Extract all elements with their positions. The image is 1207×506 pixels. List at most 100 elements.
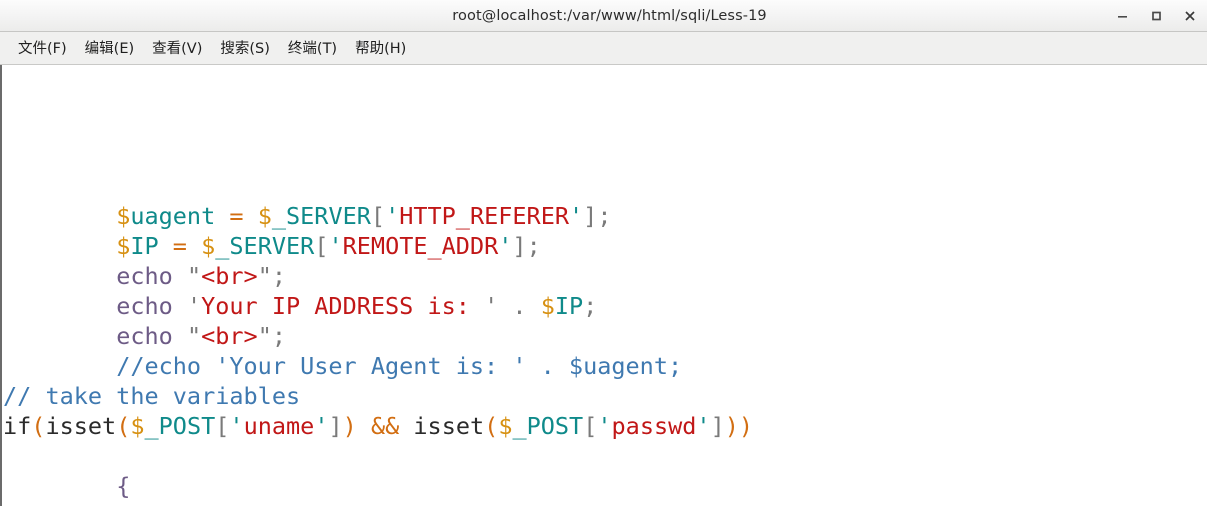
code-token: ; (583, 292, 598, 320)
close-icon[interactable] (1173, 0, 1207, 31)
code-line: //echo 'Your User Agent is: ' . $uagent; (2, 351, 1207, 381)
code-token: if (3, 412, 32, 440)
code-token: $ (116, 232, 131, 260)
code-token: echo (116, 322, 173, 350)
code-token: _SERVER (271, 202, 371, 230)
code-token: passwd (611, 412, 697, 440)
code-token: ' (186, 292, 202, 320)
terminal-output-area[interactable]: $uagent = $_SERVER['HTTP_REFERER']; $IP … (0, 65, 1207, 506)
code-token: [ (583, 412, 598, 440)
code-line: echo 'Your IP ADDRESS is: ' . $IP; (2, 291, 1207, 321)
code-token: ( (399, 502, 413, 506)
code-line: echo "<br>"; (2, 321, 1207, 351)
menu-search[interactable]: 搜索(S) (211, 34, 279, 62)
window-titlebar[interactable]: root@localhost:/var/www/html/sqli/Less-1… (0, 0, 1207, 32)
code-token: { (116, 472, 131, 500)
code-line: if(isset($_POST['uname']) && isset($_POS… (2, 411, 1207, 441)
code-token: " (186, 262, 202, 290)
code-token: ' (484, 292, 499, 320)
code-token: [ (314, 232, 329, 260)
minimize-icon[interactable] (1105, 0, 1139, 31)
maximize-icon[interactable] (1139, 0, 1173, 31)
code-token: = (172, 232, 187, 260)
code-token: $ (257, 202, 272, 230)
code-token: ; (271, 262, 286, 290)
code-token: _POST (144, 412, 216, 440)
code-token: IP (130, 232, 159, 260)
code-token: ] (512, 232, 527, 260)
code-line: $uname = check_input($_POST['uname']); (2, 501, 1207, 506)
code-token: $ (201, 232, 216, 260)
code-token: = (215, 502, 229, 506)
code-token: ' (512, 502, 526, 506)
code-token: _SERVER (215, 232, 315, 260)
code-token: [ (370, 202, 386, 230)
code-line: // take the variables (2, 381, 1207, 411)
code-token: <br> (201, 262, 258, 290)
code-token: ] (583, 202, 598, 230)
code-token: [ (215, 412, 230, 440)
menu-file[interactable]: 文件(F) (9, 34, 76, 62)
code-token: echo (116, 292, 173, 320)
code-line: echo "<br>"; (2, 261, 1207, 291)
code-token: ; (597, 202, 612, 230)
code-token: $ (116, 502, 130, 506)
code-token: _POST (428, 502, 499, 506)
code-token: Your IP ADDRESS is: (201, 292, 485, 320)
code-token: $ (498, 412, 513, 440)
code-token: && (370, 412, 400, 440)
code-token: ( (116, 412, 131, 440)
code-token: ' (328, 232, 343, 260)
code-token: ] (710, 412, 725, 440)
code-token: . (512, 292, 527, 320)
code-token: // take the variables (3, 382, 301, 410)
code-token: ] (611, 502, 625, 506)
code-token: uagent (130, 202, 216, 230)
code-token: <br> (201, 322, 258, 350)
menu-view[interactable]: 查看(V) (143, 34, 211, 62)
code-token: ' (498, 232, 513, 260)
code-token: $ (116, 202, 131, 230)
code-token: [ (498, 502, 512, 506)
code-token: ' (597, 412, 612, 440)
code-token: " (257, 262, 272, 290)
code-token: ( (31, 412, 46, 440)
menu-help[interactable]: 帮助(H) (346, 34, 415, 62)
code-token: ' (314, 412, 329, 440)
code-token: ' (696, 412, 711, 440)
code-token: ' (569, 202, 584, 230)
code-token: echo (116, 262, 173, 290)
code-token: " (257, 322, 272, 350)
window-controls (1105, 0, 1207, 31)
terminal-window: root@localhost:/var/www/html/sqli/Less-1… (0, 0, 1207, 506)
code-token: ) (626, 502, 640, 506)
menu-terminal[interactable]: 终端(T) (279, 34, 346, 62)
code-token: ' (385, 202, 400, 230)
code-token: " (186, 322, 202, 350)
code-token: uname (527, 502, 598, 506)
code-token: ) (342, 412, 357, 440)
code-token: ' (229, 412, 244, 440)
code-line: { (2, 471, 1207, 501)
menu-edit[interactable]: 编辑(E) (76, 34, 143, 62)
